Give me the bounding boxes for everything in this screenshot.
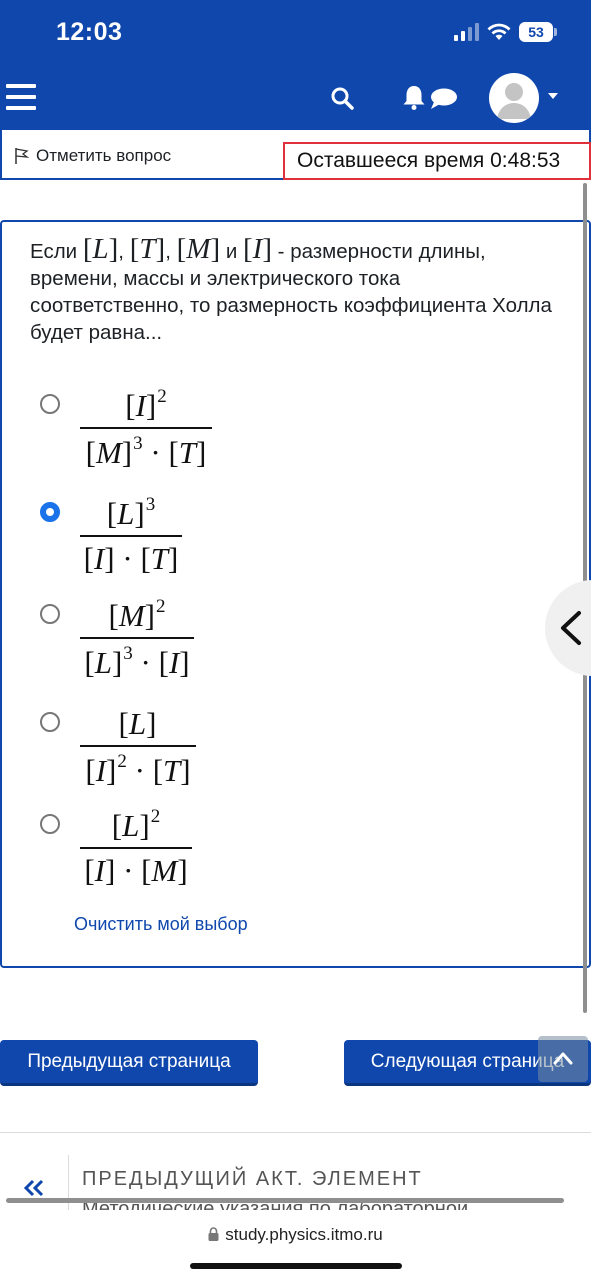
option-fraction: [I]2 [M]3 · [T] [80, 386, 212, 471]
option-radio[interactable] [40, 604, 60, 624]
question-text: Если [L], [T], [M] и [I] - размерности д… [30, 233, 552, 345]
status-bar: 12:03 53 [0, 0, 591, 66]
battery-icon: 53 [519, 22, 557, 42]
wifi-icon [487, 23, 511, 40]
option-radio-selected[interactable] [40, 502, 60, 522]
flag-question-button[interactable]: Отметить вопрос [14, 146, 171, 166]
top-navbar [0, 66, 591, 130]
chevron-up-icon [553, 1052, 573, 1065]
option-radio[interactable] [40, 394, 60, 414]
option-fraction: [L] [I]2 · [T] [80, 704, 196, 789]
section-divider [0, 1132, 591, 1133]
chevron-down-icon[interactable] [548, 93, 558, 99]
scroll-to-top-button[interactable] [538, 1036, 588, 1082]
question-info-bar: Отметить вопрос Оставшееся время 0:48:53 [0, 130, 591, 180]
search-icon[interactable] [330, 86, 354, 110]
dim-current: I [252, 233, 263, 265]
chevron-left-icon [561, 611, 581, 645]
status-time: 12:03 [56, 18, 123, 46]
previous-activity-label: ПРЕДЫДУЩИЙ АКТ. ЭЛЕМЕНТ [82, 1168, 423, 1190]
user-icon [497, 83, 531, 119]
status-icons: 53 [454, 22, 557, 42]
option-fraction: [L]2 [I] · [M] [80, 806, 192, 889]
dim-mass: M [186, 233, 211, 265]
home-indicator[interactable] [190, 1263, 402, 1269]
browser-address-bar[interactable]: study.physics.itmo.ru [0, 1210, 591, 1280]
option-radio[interactable] [40, 712, 60, 732]
time-remaining: Оставшееся время 0:48:53 [283, 142, 591, 180]
chat-icon[interactable] [428, 87, 458, 111]
dim-length: L [92, 233, 109, 265]
question-prefix: Если [30, 240, 78, 263]
lock-icon [208, 1227, 219, 1241]
dim-time: T [139, 233, 156, 265]
horizontal-scrollbar[interactable] [6, 1198, 564, 1203]
cellular-signal-icon [454, 23, 479, 41]
bell-icon[interactable] [400, 83, 428, 111]
previous-page-button[interactable]: Предыдущая страница [0, 1040, 258, 1086]
url-display[interactable]: study.physics.itmo.ru [0, 1225, 591, 1245]
option-fraction: [L]3 [I] · [T] [80, 494, 182, 577]
clear-choice-link[interactable]: Очистить мой выбор [74, 914, 248, 935]
menu-icon[interactable] [6, 84, 36, 110]
flag-question-label: Отметить вопрос [36, 146, 172, 165]
option-fraction: [M]2 [L]3 · [I] [80, 596, 194, 681]
option-radio[interactable] [40, 814, 60, 834]
double-chevron-left-icon [23, 1179, 44, 1197]
url-text: study.physics.itmo.ru [225, 1225, 383, 1244]
avatar[interactable] [489, 73, 539, 123]
question-card: Если [L], [T], [M] и [I] - размерности д… [0, 220, 591, 968]
flag-icon [15, 148, 30, 164]
activity-divider [68, 1155, 69, 1215]
